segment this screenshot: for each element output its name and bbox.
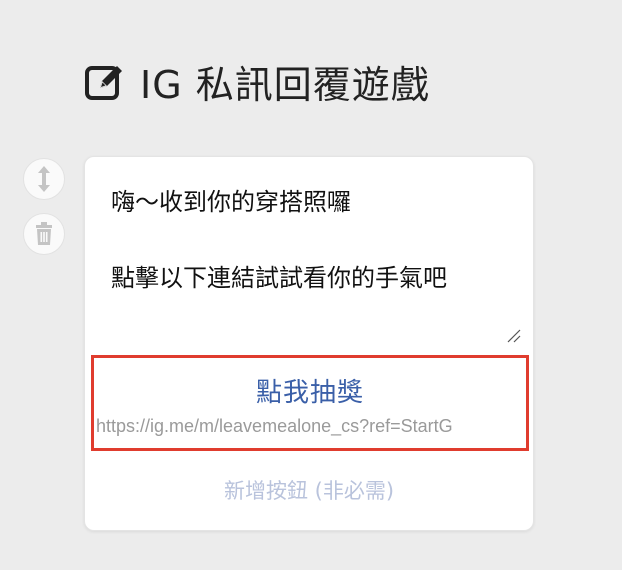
message-card: 嗨～收到你的穿搭照囉 點擊以下連結試試看你的手氣吧 點我抽獎 https://i… <box>84 156 534 531</box>
move-vertical-icon <box>34 164 54 194</box>
resize-handle-icon[interactable] <box>505 327 521 343</box>
message-textarea[interactable]: 嗨～收到你的穿搭照囉 點擊以下連結試試看你的手氣吧 <box>85 157 535 347</box>
link-button[interactable]: 點我抽獎 https://ig.me/m/leavemealone_cs?ref… <box>91 355 529 451</box>
edit-icon <box>84 60 126 102</box>
page-header: IG 私訊回覆遊戲 <box>84 56 430 107</box>
delete-button[interactable] <box>23 213 65 255</box>
add-button[interactable]: 新增按鈕 (非必需) <box>85 475 533 505</box>
link-button-url: https://ig.me/m/leavemealone_cs?ref=Star… <box>96 416 453 436</box>
page-title: IG 私訊回覆遊戲 <box>140 62 430 107</box>
move-handle-button[interactable] <box>23 158 65 200</box>
link-button-label: 點我抽獎 <box>255 378 364 408</box>
trash-icon <box>34 222 54 246</box>
